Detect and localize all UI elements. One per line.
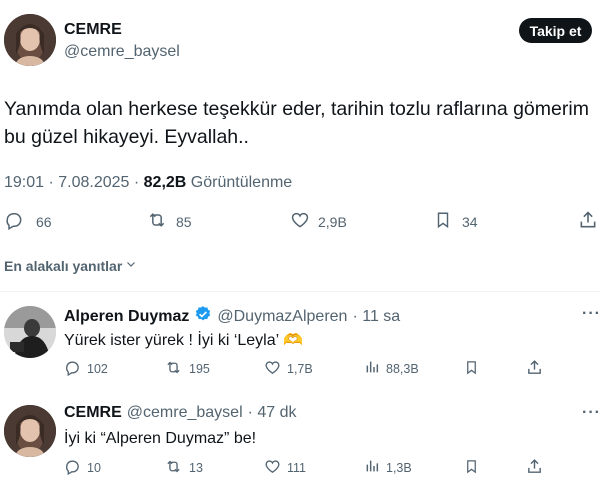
bookmark-button[interactable]: 34 [434,210,478,233]
divider [0,291,600,292]
reply-retweet-button[interactable]: 13 [164,458,203,478]
share-icon [578,210,598,233]
tweet-meta: 19:01 · 7.08.2025 · 82,2B Görüntülenme [4,174,292,192]
reply-avatar[interactable] [4,405,56,457]
reply-share-button[interactable] [526,458,543,478]
reply-author-name[interactable]: CEMRE [64,404,122,422]
retweet-count: 195 [189,362,210,376]
retweet-icon [164,458,183,478]
reply-author-handle[interactable]: @cemre_baysel [127,404,243,422]
reply-icon [64,458,81,478]
views-icon [364,359,380,378]
reply-text: Yürek ister yürek ! İyi ki ‘Leyla’ 🫶 [64,332,303,349]
bookmark-icon [464,458,479,478]
views-count: 1,3B [386,460,412,475]
retweet-icon [164,359,183,379]
reply-timestamp[interactable]: · 11 sa [352,308,400,326]
reply-icon [4,210,24,233]
reply-count: 102 [87,362,108,376]
reply-icon [64,359,81,379]
author-avatar[interactable] [4,14,56,66]
chevron-down-icon [125,257,137,275]
reply-button[interactable]: 66 [4,210,52,233]
reply-reply-button[interactable]: 102 [64,359,108,379]
reply-reply-button[interactable]: 10 [64,458,101,478]
reply-views-button[interactable]: 1,3B [364,458,412,477]
like-count: 2,9B [318,213,347,230]
bookmark-icon [434,210,452,233]
retweet-count: 85 [176,213,192,230]
heart-icon [264,359,281,379]
follow-button[interactable]: Takip et [519,18,592,43]
reply-like-button[interactable]: 1,7B [264,359,313,379]
share-icon [526,458,543,478]
views-count: 88,3B [386,361,419,376]
more-icon[interactable]: ··· [582,404,600,422]
reply-retweet-button[interactable]: 195 [164,359,210,379]
reply-avatar[interactable] [4,306,56,358]
reply-author-name[interactable]: Alperen Duymaz [64,308,189,326]
reply-like-button[interactable]: 111 [264,458,306,478]
views-count: 82,2B [143,174,187,191]
like-button[interactable]: 2,9B [290,210,347,233]
views-label: Görüntülenme [186,174,293,191]
reply-timestamp[interactable]: · 47 dk [248,404,297,422]
reply-text: İyi ki “Alperen Duymaz” be! [64,430,257,447]
reply-views-button[interactable]: 88,3B [364,359,419,378]
views-icon [364,458,380,477]
reply-share-button[interactable] [526,359,543,379]
reply-bookmark-button[interactable] [464,458,479,478]
author-handle[interactable]: @cemre_baysel [64,43,180,61]
reply-count: 66 [36,213,52,230]
sort-label: En alakalı yanıtlar [4,258,123,274]
retweet-icon [146,210,168,233]
tweet-text: Yanımda olan herkese teşekkür eder, tari… [4,98,589,148]
heart-icon [264,458,281,478]
reply-bookmark-button[interactable] [464,359,479,379]
retweet-count: 13 [189,461,203,475]
tweet-timestamp[interactable]: 19:01 · 7.08.2025 · [4,174,144,191]
like-count: 111 [287,461,307,475]
bookmark-icon [464,359,479,379]
reply-count: 10 [87,461,101,475]
like-count: 1,7B [287,362,313,376]
bookmark-count: 34 [462,213,478,230]
reply-header: Alperen Duymaz @DuymazAlperen · 11 sa [64,305,400,328]
heart-icon [290,210,310,233]
share-icon [526,359,543,379]
author-name[interactable]: CEMRE [64,21,122,39]
sort-dropdown[interactable]: En alakalı yanıtlar [4,257,137,275]
reply-author-handle[interactable]: @DuymazAlperen [217,308,347,326]
share-button[interactable] [578,210,598,233]
more-icon[interactable]: ··· [582,305,600,323]
verified-badge-icon [194,305,212,328]
reply-header: CEMRE @cemre_baysel · 47 dk [64,404,297,422]
retweet-button[interactable]: 85 [146,210,192,233]
